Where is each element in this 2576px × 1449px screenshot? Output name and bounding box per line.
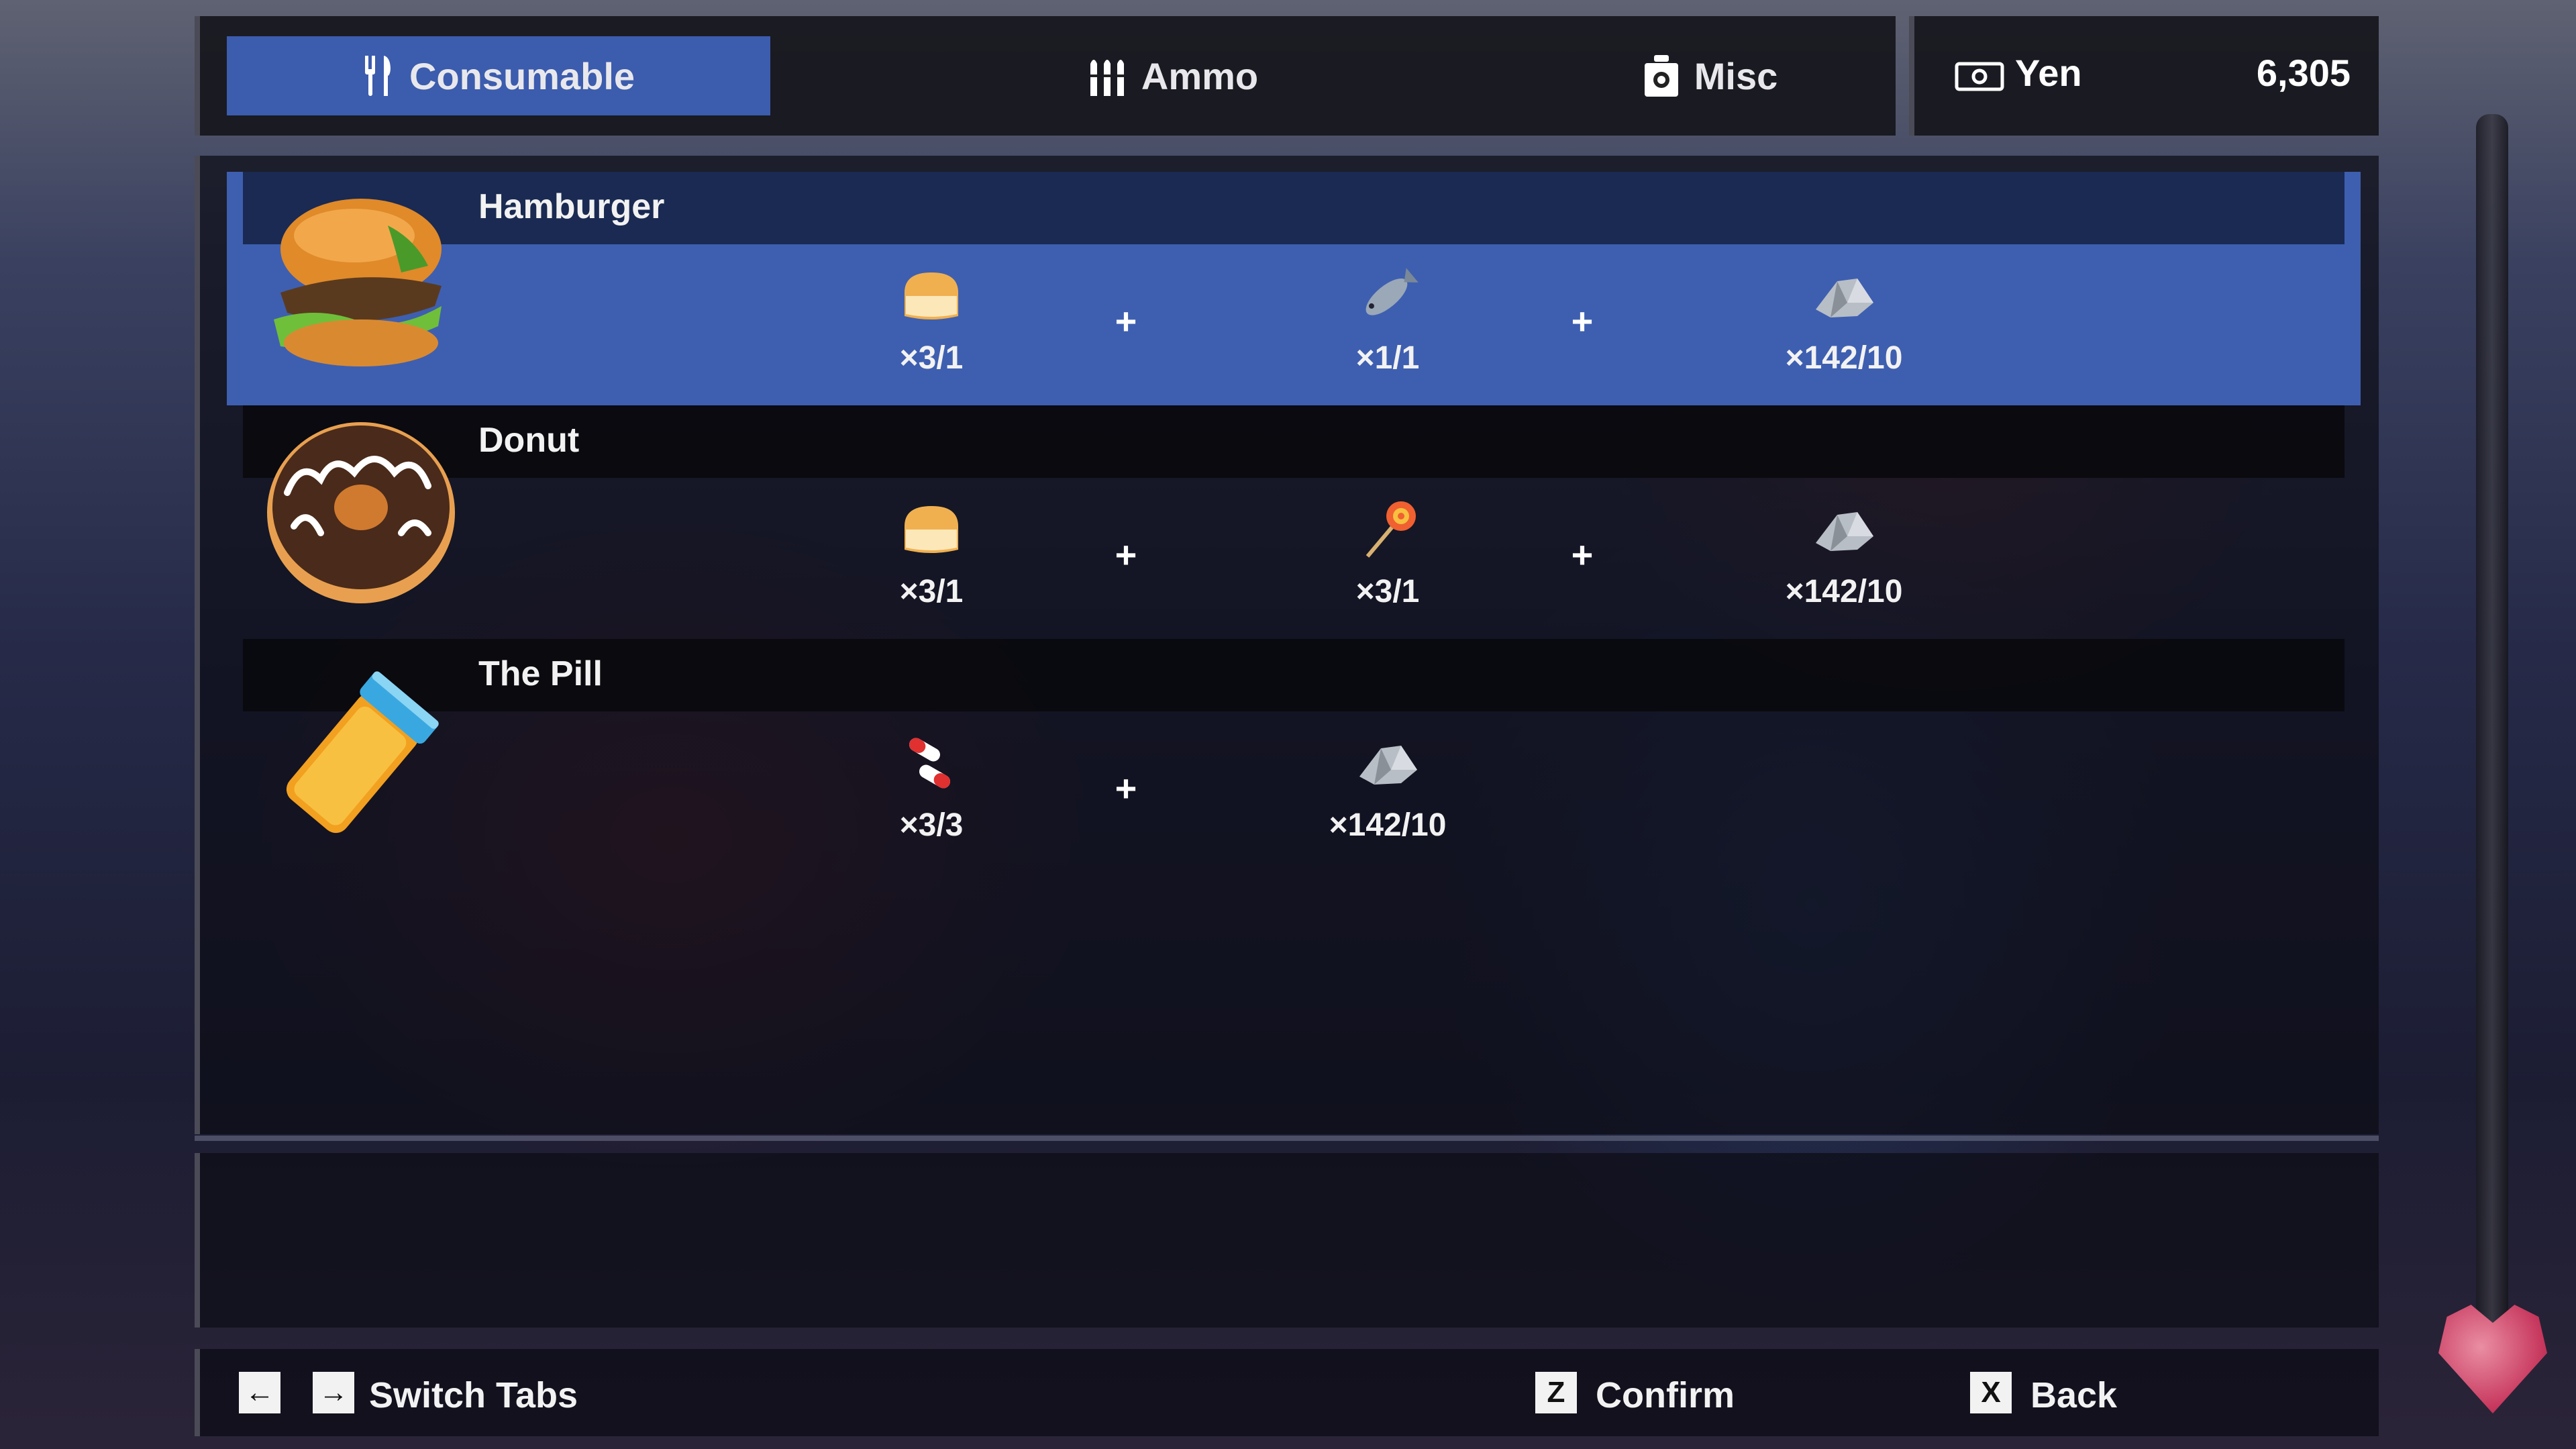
fork-knife-icon — [362, 54, 396, 97]
ingredient-quantity: ×142/10 — [1329, 807, 1447, 843]
tab-label: Consumable — [409, 54, 635, 97]
ingredient-slot: ×3/1 — [851, 493, 1012, 610]
ingredient-slot: ×3/1 — [851, 259, 1012, 377]
description-panel — [195, 1153, 2379, 1328]
x-key[interactable]: X — [1970, 1372, 2012, 1413]
ingredient-quantity: ×1/1 — [1355, 340, 1420, 376]
ingredient-quantity: ×142/10 — [1785, 340, 1903, 376]
capsules-icon — [851, 726, 1012, 800]
category-tab-bar: Consumable Ammo Misc — [195, 16, 1896, 136]
ingredient-slot: ×142/10 — [1763, 259, 1924, 377]
switch-tabs-hint: Switch Tabs — [369, 1375, 578, 1415]
plus-sign: + — [1115, 300, 1137, 342]
scrap-metal-icon — [1763, 259, 1924, 333]
tab-misc[interactable]: Misc — [1576, 36, 1844, 115]
plus-sign: + — [1571, 534, 1594, 576]
bread-icon — [851, 493, 1012, 566]
tab-label: Misc — [1694, 54, 1778, 97]
donut-icon — [260, 419, 462, 620]
fish-icon — [1307, 259, 1468, 333]
ingredient-slot: ×3/3 — [851, 726, 1012, 844]
recipe-row-donut[interactable]: Donut ×3/1 + ×3/1 + ×142/10 — [227, 405, 2361, 639]
plus-sign: + — [1115, 767, 1137, 809]
ingredient-slot: ×142/10 — [1763, 493, 1924, 610]
scrap-metal-icon — [1763, 493, 1924, 566]
recipe-list: Hamburger ×3/1 + ×1/1 + ×142/10 Donut ×3… — [195, 156, 2379, 1134]
misc-box-icon — [1642, 54, 1681, 98]
hamburger-icon — [260, 185, 462, 387]
tab-label: Ammo — [1141, 54, 1259, 97]
ingredient-quantity: ×3/3 — [899, 807, 964, 843]
currency-amount: 6,305 — [2256, 52, 2351, 94]
recipe-name: Hamburger — [478, 187, 665, 226]
ingredient-slot: ×3/1 — [1307, 493, 1468, 610]
currency-display: Yen 6,305 — [1909, 16, 2379, 136]
tab-ammo[interactable]: Ammo — [1039, 36, 1307, 115]
right-arrow-key[interactable]: → — [313, 1372, 354, 1413]
ingredient-quantity: ×3/1 — [899, 574, 964, 609]
ingredient-quantity: ×3/1 — [1355, 574, 1420, 609]
divider — [195, 1136, 2379, 1141]
background-pole — [2476, 114, 2508, 1342]
back-hint: Back — [2030, 1375, 2118, 1415]
recipe-row-hamburger[interactable]: Hamburger ×3/1 + ×1/1 + ×142/10 — [227, 172, 2361, 405]
lollipop-icon — [1307, 493, 1468, 566]
money-icon — [1955, 62, 2004, 95]
z-key[interactable]: Z — [1535, 1372, 1577, 1413]
plus-sign: + — [1571, 300, 1594, 342]
plus-sign: + — [1115, 534, 1137, 576]
ingredient-slot: ×1/1 — [1307, 259, 1468, 377]
currency-label: Yen — [2015, 52, 2082, 94]
recipe-name: Donut — [478, 421, 580, 460]
recipe-row-the-pill[interactable]: The Pill ×3/3 + ×142/10 — [227, 639, 2361, 872]
confirm-hint: Confirm — [1596, 1375, 1735, 1415]
bread-icon — [851, 259, 1012, 333]
scrap-metal-icon — [1307, 726, 1468, 800]
ingredient-quantity: ×142/10 — [1785, 574, 1903, 609]
recipe-name: The Pill — [478, 654, 603, 693]
ingredient-quantity: ×3/1 — [899, 340, 964, 376]
pill-bottle-icon — [260, 652, 462, 854]
ammo-icon — [1088, 54, 1128, 97]
ingredient-slot: ×142/10 — [1307, 726, 1468, 844]
left-arrow-key[interactable]: ← — [239, 1372, 280, 1413]
controls-bar: ← → Switch Tabs Z Confirm X Back — [195, 1349, 2379, 1436]
tab-consumable[interactable]: Consumable — [227, 36, 770, 115]
